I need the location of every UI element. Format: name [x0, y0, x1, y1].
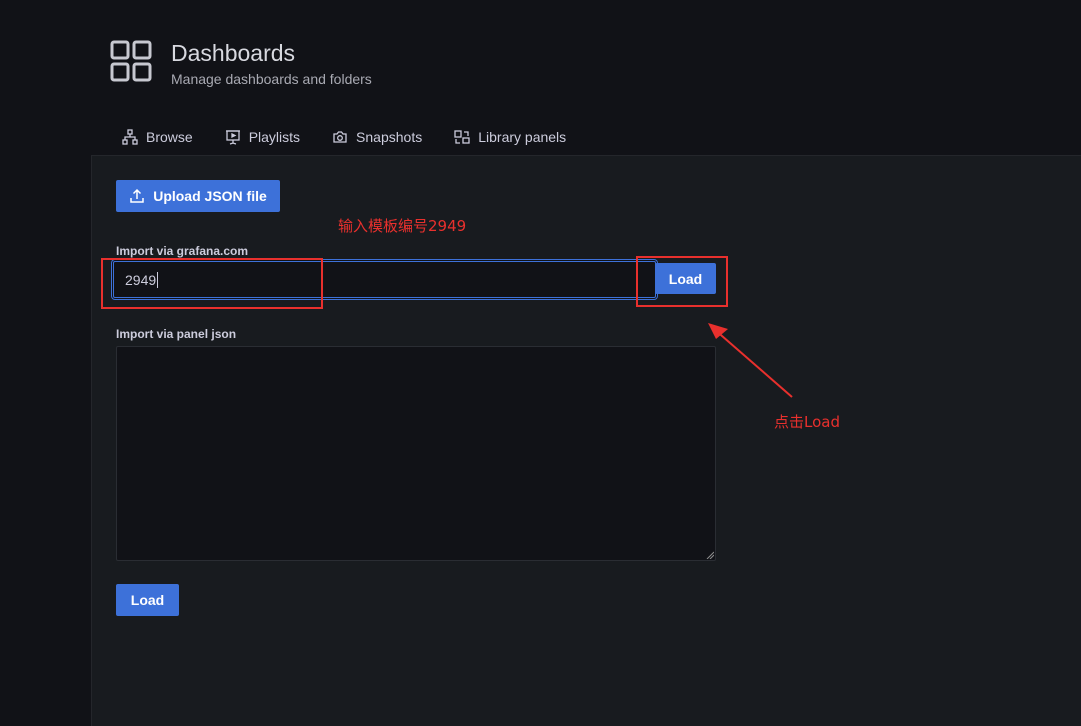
tab-library-panels-label: Library panels — [478, 129, 567, 145]
annotation-arrow-icon — [708, 323, 793, 398]
upload-json-label: Upload JSON file — [153, 188, 267, 204]
camera-icon — [333, 131, 347, 143]
annotation-input-hint: 输入模板编号2949 — [338, 217, 467, 235]
tab-browse[interactable]: Browse — [122, 124, 193, 150]
page-title: Dashboards — [171, 40, 296, 66]
tab-bar: Browse Playlists Snapshots Library panel… — [122, 124, 598, 152]
tab-playlists-label: Playlists — [248, 129, 301, 145]
panel-json-load-button[interactable]: Load — [116, 584, 179, 616]
tab-snapshots[interactable]: Snapshots — [332, 124, 422, 150]
presentation-play-icon — [225, 130, 240, 145]
tab-library-panels[interactable]: Library panels — [454, 124, 566, 150]
library-panel-icon — [454, 130, 470, 144]
grafana-import-label: Import via grafana.com — [116, 244, 249, 258]
page-header: Dashboards Manage dashboards and folders… — [0, 0, 1081, 156]
page-subtitle: Manage dashboards and folders — [171, 71, 372, 87]
annotation-load-hint: 点击Load — [774, 413, 840, 431]
grafana-id-input[interactable]: 2949 — [113, 261, 656, 298]
tab-snapshots-label: Snapshots — [356, 129, 423, 145]
panel-json-textarea[interactable] — [116, 346, 716, 561]
panel-json-load-label: Load — [130, 592, 165, 608]
sitemap-icon — [122, 129, 138, 145]
dashboards-grid-icon — [110, 40, 152, 82]
upload-icon — [130, 188, 144, 203]
panel-json-label: Import via panel json — [116, 327, 237, 341]
resize-handle-icon[interactable] — [706, 551, 714, 559]
grafana-id-value: 2949 — [125, 271, 157, 288]
grafana-load-label: Load — [668, 270, 703, 287]
tab-playlists[interactable]: Playlists — [225, 124, 300, 150]
grafana-load-button[interactable]: Load — [655, 263, 716, 294]
text-caret — [157, 271, 159, 288]
upload-json-button[interactable]: Upload JSON file — [116, 180, 280, 212]
tab-browse-label: Browse — [146, 129, 193, 145]
